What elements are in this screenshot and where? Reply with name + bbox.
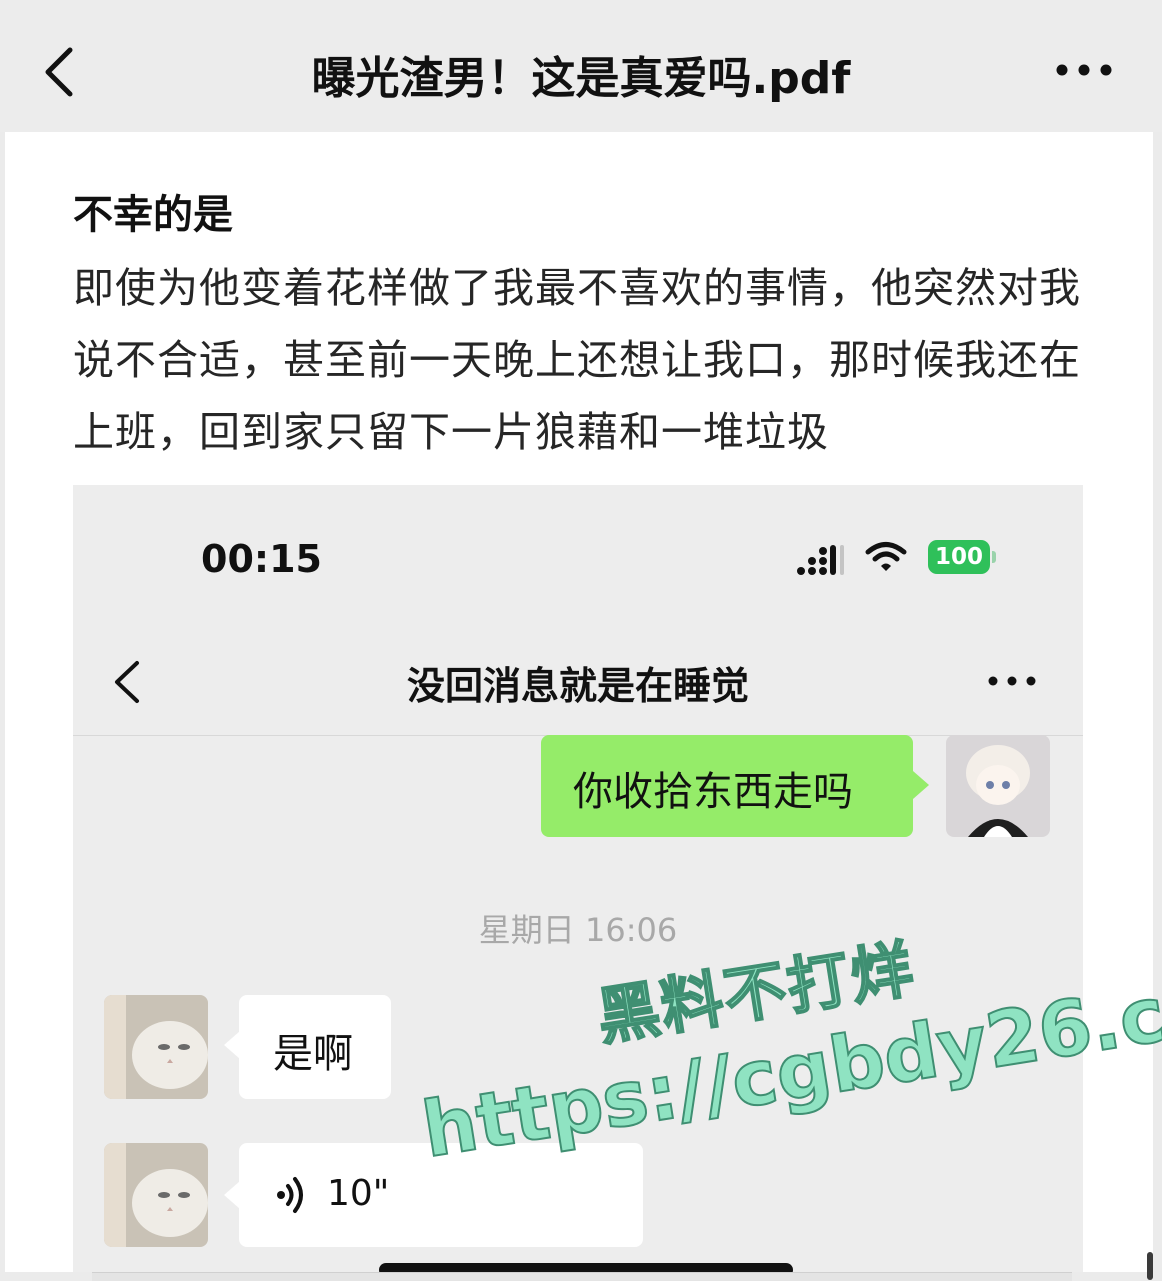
self-avatar	[946, 735, 1050, 837]
home-indicator	[379, 1263, 793, 1272]
chat-header: 没回消息就是在睡觉	[73, 625, 1083, 736]
battery-tip	[992, 551, 996, 563]
viewer-toolbar: 曝光渣男！这是真爱吗.pdf	[0, 0, 1162, 132]
voice-duration: 10"	[327, 1173, 390, 1214]
body-paragraph: 即使为他变着花样做了我最不喜欢的事情，他突然对我说不合适，甚至前一天晚上还想让我…	[73, 264, 1081, 456]
chat-contact-name: 没回消息就是在睡觉	[406, 664, 749, 708]
incoming-bubble-tail	[224, 1031, 240, 1059]
battery-indicator: 100	[928, 540, 990, 574]
section-heading: 不幸的是	[73, 192, 233, 238]
incoming-bubble-tail	[224, 1181, 240, 1209]
document-title: 曝光渣男！这是真爱吗.pdf	[311, 53, 851, 104]
incoming-message-bubble: 是啊	[239, 995, 391, 1099]
contact-avatar	[104, 1143, 208, 1247]
outgoing-message-bubble: 你收拾东西走吗	[541, 735, 913, 837]
scrollbar[interactable]	[1147, 1252, 1153, 1280]
contact-avatar	[104, 995, 208, 1099]
wifi-icon	[865, 542, 907, 571]
status-time: 00:15	[201, 537, 322, 581]
more-options-icon[interactable]	[1054, 58, 1114, 82]
outgoing-bubble-tail	[913, 771, 929, 799]
voice-wave-icon	[277, 1177, 303, 1213]
chat-more-icon	[988, 676, 1036, 686]
cellular-signal-icon	[797, 545, 844, 575]
